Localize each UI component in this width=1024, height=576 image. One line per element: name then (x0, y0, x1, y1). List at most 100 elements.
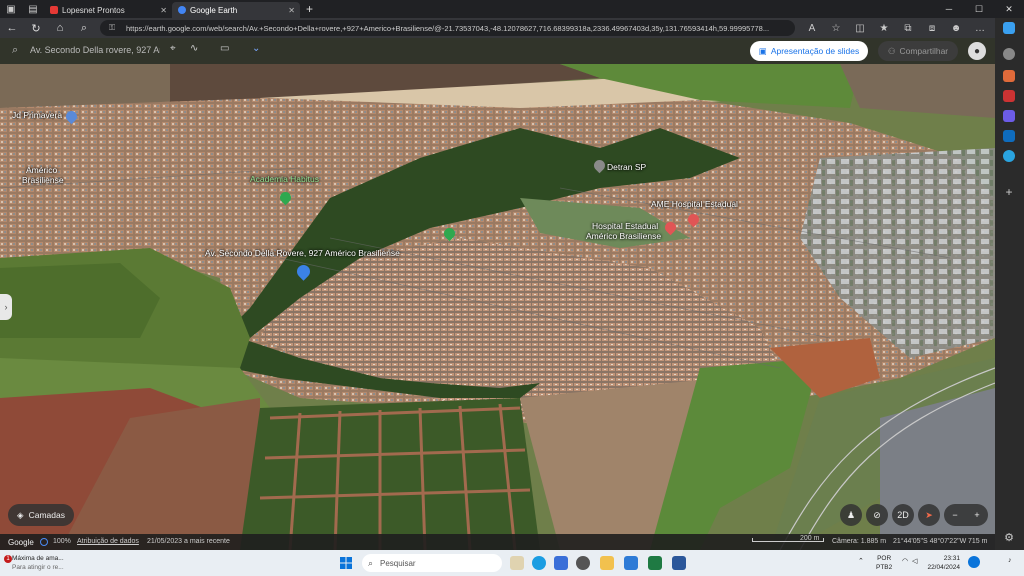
wifi-icon[interactable]: ◠ (902, 557, 908, 565)
extensions-icon[interactable]: ⧈ (920, 23, 944, 34)
new-tab-button[interactable]: + (300, 2, 319, 16)
layers-icon: ◈ (17, 509, 24, 520)
workspaces-icon[interactable]: ▣ (0, 0, 22, 18)
widgets-icon[interactable] (510, 556, 524, 570)
maximize-icon[interactable]: ☐ (964, 0, 994, 18)
imagery-date: 21/05/2023 a mais recente (147, 538, 230, 545)
sidebar-settings-icon[interactable]: ⚙ (1003, 532, 1015, 544)
notification-line1: Máxima de ama... (12, 555, 64, 562)
address-bar[interactable]: ⚿ https://earth.google.com/web/search/Av… (100, 20, 795, 36)
taskbar-search[interactable]: ⌕ Pesquisar (362, 554, 502, 572)
search-icon[interactable]: ⌕ (12, 44, 18, 57)
data-attribution-link[interactable]: Atribuição de dados (77, 538, 139, 545)
shopping-icon[interactable] (1003, 70, 1015, 82)
earth-search-bar: ⌕ Av. Secondo Della rovere, 927 Amé ⌖ ∿ … (0, 38, 995, 64)
earth-status-bar: Google 100% Atribuição de dados 21/05/20… (0, 534, 995, 550)
browser-tab-strip: ▣ ▤ Lopesnet Prontos ✕ Google Earth ✕ + … (0, 0, 1024, 18)
add-sidebar-icon[interactable]: + (1003, 186, 1015, 198)
clock-date: 22/04/2024 (927, 564, 960, 571)
copilot-icon[interactable] (1003, 22, 1015, 34)
copilot-apps-icon[interactable] (1003, 110, 1015, 122)
language-line2: PTB2 (876, 564, 893, 571)
my-location-button[interactable]: ⊘ (866, 504, 888, 526)
close-tab-icon[interactable]: ✕ (288, 6, 295, 15)
dell-icon[interactable] (576, 556, 590, 570)
account-icon[interactable]: ● (968, 42, 986, 60)
word-icon[interactable] (672, 556, 686, 570)
map-label-hospital-line2[interactable]: Américo Brasiliense (586, 231, 661, 241)
profile-icon[interactable]: ☻ (944, 23, 968, 34)
search-icon: ⌕ (368, 557, 374, 568)
split-screen-icon[interactable]: ◫ (848, 23, 872, 34)
system-clock[interactable]: 23:31 22/04/2024 (920, 554, 960, 572)
layers-button[interactable]: ◈ Camadas (8, 504, 74, 526)
tools-icon[interactable] (1003, 90, 1015, 102)
notification-count: 1 (4, 555, 12, 563)
edge-icon[interactable] (532, 556, 546, 570)
satellite-imagery (0, 38, 995, 550)
add-person-icon: ⚇ (887, 45, 896, 56)
file-explorer-icon[interactable] (600, 556, 614, 570)
zoom-in-button[interactable]: + (974, 510, 979, 520)
close-tab-icon[interactable]: ✕ (160, 6, 167, 15)
close-window-icon[interactable]: ✕ (994, 0, 1024, 18)
map-label-jd-primavera[interactable]: Jd Primavera (12, 110, 62, 120)
back-icon[interactable]: ← (0, 18, 24, 38)
toggle-2d-button[interactable]: 2D (892, 504, 914, 526)
volume-icon[interactable]: ◁ (912, 557, 917, 565)
tab-actions-icon[interactable]: ▤ (22, 0, 44, 18)
more-menu-icon[interactable]: … (968, 23, 992, 34)
map-label-americo[interactable]: Américo (26, 165, 57, 175)
search-input[interactable]: Av. Secondo Della rovere, 927 Amé (30, 45, 160, 55)
expand-panel-handle[interactable]: › (0, 294, 12, 320)
notification-center-icon[interactable] (968, 556, 980, 568)
site-info-icon[interactable]: ⚿ (109, 23, 115, 33)
share-label: Compartilhar (899, 46, 949, 56)
toggle-2d-label: 2D (897, 510, 909, 520)
read-aloud-icon[interactable]: A (800, 23, 824, 34)
tab-google-earth[interactable]: Google Earth ✕ (172, 2, 300, 18)
map-label-brasiliense[interactable]: Brasiliense (22, 175, 64, 185)
windows-start-icon[interactable] (340, 557, 352, 569)
language-indicator[interactable]: POR PTB2 (876, 554, 892, 572)
compass-button[interactable]: ➤ (918, 504, 940, 526)
path-tool-icon[interactable]: ∿ (190, 43, 198, 54)
telegram-icon[interactable] (1003, 150, 1015, 162)
map-label-detran[interactable]: Detran SP (607, 162, 646, 172)
tab-lopesnet[interactable]: Lopesnet Prontos ✕ (44, 2, 172, 18)
chevron-down-icon[interactable]: ⌄ (252, 43, 260, 54)
store-icon[interactable] (554, 556, 568, 570)
tab-label: Google Earth (190, 5, 238, 15)
compass-icon: ➤ (925, 509, 933, 520)
slideshow-icon: ▣ (758, 45, 767, 56)
refresh-icon[interactable]: ↻ (24, 18, 48, 38)
search-icon[interactable]: ⌕ (72, 18, 96, 38)
collections-icon[interactable]: ⧉ (896, 23, 920, 34)
zoom-out-button[interactable]: − (952, 510, 957, 520)
tray-chevron-icon[interactable]: ⌃ (858, 557, 864, 565)
minimize-icon[interactable]: ─ (934, 0, 964, 18)
map-label-academia[interactable]: Academia Habitus (250, 174, 319, 184)
share-button[interactable]: ⚇ Compartilhar (878, 41, 958, 61)
youtube-favicon-icon (50, 6, 58, 14)
excel-icon[interactable] (648, 556, 662, 570)
clock-time: 23:31 (943, 555, 960, 562)
earth-viewport[interactable]: ⌕ Av. Secondo Della rovere, 927 Amé ⌖ ∿ … (0, 38, 995, 550)
map-label-ame-hospital[interactable]: AME Hospital Estadual (651, 199, 738, 209)
measure-icon[interactable]: ▭ (220, 43, 229, 54)
street-view-button[interactable]: ♟ (840, 504, 862, 526)
browser-toolbar: ← ↻ ⌂ ⌕ ⚿ https://earth.google.com/web/s… (0, 18, 1024, 38)
outlook-icon[interactable] (1003, 130, 1015, 142)
location-pin-icon[interactable]: ⌖ (170, 43, 176, 54)
bell-icon[interactable]: ♪ (1008, 557, 1012, 564)
map-label-address[interactable]: Av. Secondo Della Rovere, 927 Américo Br… (205, 248, 400, 258)
mail-icon[interactable] (624, 556, 638, 570)
edge-sidebar: + ⚙ (995, 18, 1024, 550)
weather-notification[interactable]: 1 Máxima de ama... Para atingir o re... (4, 554, 64, 572)
favorites-icon[interactable]: ★ (872, 23, 896, 34)
slideshow-button[interactable]: ▣ Apresentação de slides (750, 41, 868, 61)
search-sidebar-icon[interactable] (1003, 48, 1015, 60)
home-icon[interactable]: ⌂ (48, 18, 72, 38)
map-label-hospital[interactable]: Hospital Estadual (592, 221, 658, 231)
favorite-star-icon[interactable]: ☆ (824, 23, 848, 34)
